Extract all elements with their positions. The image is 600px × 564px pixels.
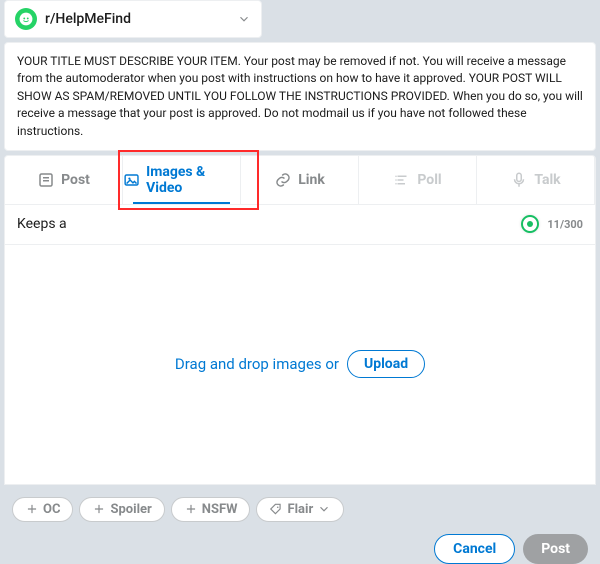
upload-button[interactable]: Upload — [347, 350, 425, 378]
chevron-down-icon — [317, 502, 331, 516]
tag-icon — [269, 502, 283, 516]
poll-icon — [393, 171, 411, 189]
tag-flair-label: Flair — [287, 502, 313, 517]
tab-post[interactable]: Post — [5, 156, 123, 204]
tab-images-video[interactable]: Images & Video — [123, 156, 241, 204]
link-icon — [274, 171, 292, 189]
tag-spoiler-label: Spoiler — [110, 502, 151, 517]
tab-post-label: Post — [61, 172, 90, 188]
plus-icon — [184, 502, 198, 516]
post-icon — [37, 171, 55, 189]
title-row: 11/300 — [4, 205, 596, 245]
post-button[interactable]: Post — [523, 534, 588, 564]
title-input[interactable] — [17, 216, 513, 232]
plus-icon — [92, 502, 106, 516]
reddit-alien-icon — [19, 12, 33, 26]
plus-icon — [25, 502, 39, 516]
tab-talk-label: Talk — [534, 172, 560, 188]
tab-link[interactable]: Link — [241, 156, 359, 204]
mic-icon — [510, 171, 528, 189]
chevron-down-icon — [237, 12, 251, 26]
tab-poll-label: Poll — [417, 172, 441, 188]
image-icon — [123, 171, 140, 189]
tag-flair[interactable]: Flair — [256, 497, 344, 522]
tag-nsfw-label: NSFW — [202, 502, 238, 517]
tab-images-label: Images & Video — [146, 164, 240, 196]
media-dropzone[interactable]: Drag and drop images or Upload — [4, 245, 596, 485]
title-counter: 11/300 — [547, 218, 583, 231]
rules-notice: YOUR TITLE MUST DESCRIBE YOUR ITEM. Your… — [4, 42, 596, 151]
tab-talk: Talk — [477, 156, 595, 204]
tab-link-label: Link — [298, 172, 325, 188]
community-avatar — [15, 8, 37, 30]
dropzone-text: Drag and drop images or — [175, 355, 339, 373]
tab-poll: Poll — [359, 156, 477, 204]
grammarly-icon — [521, 215, 539, 233]
post-type-tabs: Post Images & Video Link Poll Talk — [4, 155, 596, 205]
action-row: Cancel Post — [4, 528, 596, 564]
tag-row: OC Spoiler NSFW Flair — [4, 485, 596, 528]
tag-nsfw[interactable]: NSFW — [171, 497, 251, 522]
tag-spoiler[interactable]: Spoiler — [79, 497, 164, 522]
community-selector[interactable]: r/HelpMeFind — [4, 0, 262, 38]
tag-oc-label: OC — [43, 502, 60, 517]
community-name: r/HelpMeFind — [45, 11, 237, 27]
tag-oc[interactable]: OC — [12, 497, 73, 522]
cancel-button[interactable]: Cancel — [434, 534, 515, 564]
